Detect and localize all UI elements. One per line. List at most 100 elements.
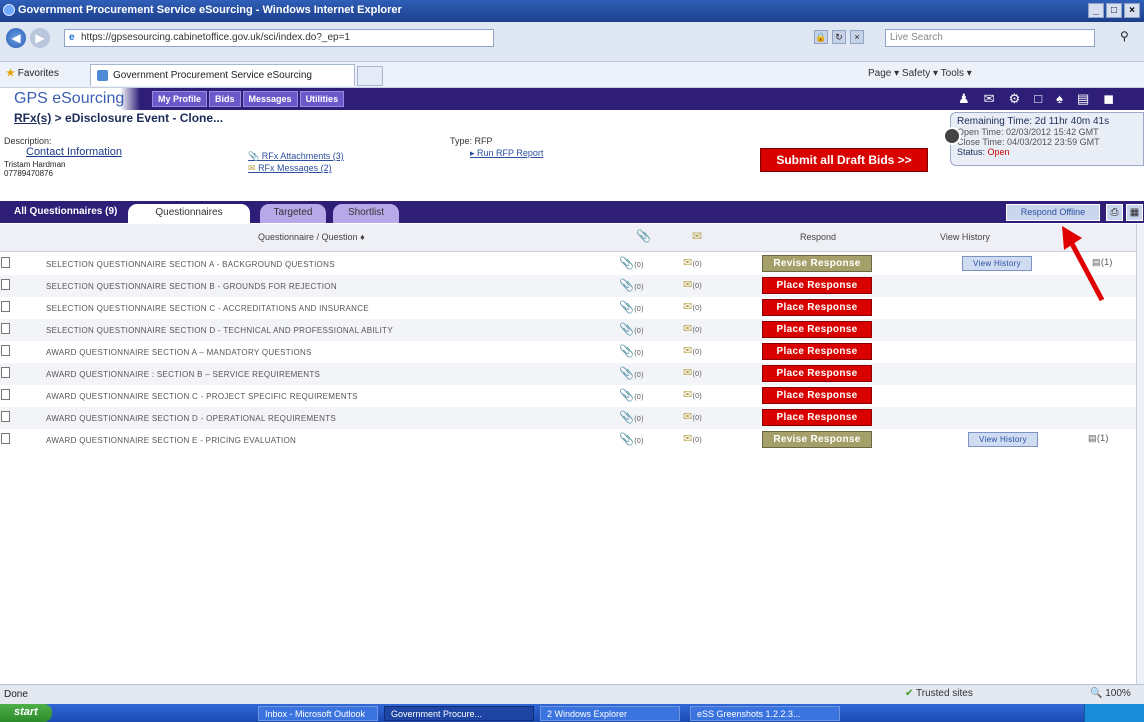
tab-questionnaires[interactable]: Questionnaires — [128, 204, 250, 223]
logout-icon[interactable]: ◼ — [1103, 91, 1114, 107]
maximize-button[interactable]: □ — [1106, 3, 1122, 18]
security-zone: ✔ Trusted sites — [905, 688, 973, 699]
questionnaire-name[interactable]: SELECTION QUESTIONNAIRE SECTION D - TECH… — [46, 326, 393, 335]
row-messages[interactable]: ✉(0) — [683, 256, 702, 269]
row-messages[interactable]: ✉(0) — [683, 410, 702, 423]
row-attachments[interactable]: 📎(0) — [619, 322, 644, 336]
address-input[interactable]: https://gpsesourcing.cabinetoffice.gov.u… — [64, 29, 494, 47]
place-response-button[interactable]: Place Response — [762, 277, 872, 294]
minimize-button[interactable]: _ — [1088, 3, 1104, 18]
view-history-button[interactable]: View History — [968, 432, 1038, 447]
place-response-button[interactable]: Place Response — [762, 343, 872, 360]
row-attachments[interactable]: 📎(0) — [619, 300, 644, 314]
row-expand-icon[interactable] — [1, 367, 10, 378]
breadcrumb-link[interactable]: RFx(s) — [14, 111, 51, 125]
row-expand-icon[interactable] — [1, 279, 10, 290]
row-messages[interactable]: ✉(0) — [683, 322, 702, 335]
row-attachments[interactable]: 📎(0) — [619, 256, 644, 270]
mail-icon[interactable]: ✉ — [984, 91, 995, 107]
place-response-button[interactable]: Place Response — [762, 409, 872, 426]
envelope-icon: ✉ — [683, 389, 693, 401]
nav-bids[interactable]: Bids — [209, 91, 241, 107]
contact-info-link[interactable]: Contact Information — [26, 146, 122, 158]
questionnaire-name[interactable]: AWARD QUESTIONNAIRE SECTION D - OPERATIO… — [46, 414, 336, 423]
revise-response-button[interactable]: Revise Response — [762, 431, 872, 448]
task-ie[interactable]: Government Procure... — [384, 706, 534, 721]
rfx-attachments-link[interactable]: 📎 RFx Attachments (3) — [248, 150, 344, 162]
browser-tab[interactable]: Government Procurement Service eSourcing — [90, 64, 355, 86]
zoom-level[interactable]: 🔍 100% — [1090, 688, 1131, 699]
app-logo[interactable]: GPS eSourcing — [14, 90, 124, 108]
tab-targeted[interactable]: Targeted — [260, 204, 326, 223]
row-messages[interactable]: ✉(0) — [683, 366, 702, 379]
row-expand-icon[interactable] — [1, 257, 10, 268]
row-messages[interactable]: ✉(0) — [683, 432, 702, 445]
row-attachments[interactable]: 📎(0) — [619, 344, 644, 358]
row-expand-icon[interactable] — [1, 323, 10, 334]
favorites-button[interactable]: ★ Favorites — [6, 68, 59, 79]
row-attachments[interactable]: 📎(0) — [619, 366, 644, 380]
nav-my-profile[interactable]: My Profile — [152, 91, 208, 107]
view-history-button[interactable]: View History — [962, 256, 1032, 271]
print-icon[interactable]: ⎙ — [1106, 204, 1123, 221]
revise-response-button[interactable]: Revise Response — [762, 255, 872, 272]
lock-icon[interactable]: 🔒 — [814, 30, 828, 44]
col-question[interactable]: Questionnaire / Question ♦ — [258, 232, 365, 242]
questionnaire-name[interactable]: SELECTION QUESTIONNAIRE SECTION C - ACCR… — [46, 304, 369, 313]
row-attachments[interactable]: 📎(0) — [619, 432, 644, 446]
new-tab-button[interactable] — [357, 66, 383, 86]
user-icon[interactable]: ♟ — [958, 91, 970, 107]
row-attachments[interactable]: 📎(0) — [619, 388, 644, 402]
row-attachments[interactable]: 📎(0) — [619, 410, 644, 424]
nav-messages[interactable]: Messages — [242, 91, 298, 107]
search-input[interactable]: Live Search — [885, 29, 1095, 47]
row-expand-icon[interactable] — [1, 433, 10, 444]
row-messages[interactable]: ✉(0) — [683, 388, 702, 401]
place-response-button[interactable]: Place Response — [762, 299, 872, 316]
row-messages[interactable]: ✉(0) — [683, 300, 702, 313]
window-icon[interactable]: □ — [1034, 91, 1042, 107]
settings-icon[interactable]: ⚙ — [1009, 91, 1021, 107]
submit-all-draft-bids-button[interactable]: Submit all Draft Bids >> — [760, 148, 928, 172]
task-greenshots[interactable]: eSS Greenshots 1.2.2.3... — [690, 706, 840, 721]
row-expand-icon[interactable] — [1, 411, 10, 422]
row-expand-icon[interactable] — [1, 389, 10, 400]
sort-icon[interactable]: ♦ — [360, 232, 365, 242]
questionnaire-name[interactable]: AWARD QUESTIONNAIRE SECTION E - PRICING … — [46, 436, 296, 445]
scrollbar[interactable] — [1136, 224, 1144, 684]
questionnaire-name[interactable]: SELECTION QUESTIONNAIRE SECTION A - BACK… — [46, 260, 335, 269]
back-icon[interactable]: ◀ — [6, 28, 26, 48]
run-report-link[interactable]: ▸ Run RFP Report — [470, 148, 543, 159]
questionnaire-name[interactable]: AWARD QUESTIONNAIRE SECTION C - PROJECT … — [46, 392, 358, 401]
document-icon[interactable]: ▤ — [1077, 91, 1089, 107]
questionnaire-name[interactable]: AWARD QUESTIONNAIRE : SECTION B – SERVIC… — [46, 370, 320, 379]
row-attachments[interactable]: 📎(0) — [619, 278, 644, 292]
forward-icon[interactable]: ▶ — [30, 28, 50, 48]
place-response-button[interactable]: Place Response — [762, 321, 872, 338]
command-bar[interactable]: Page ▾ Safety ▾ Tools ▾ — [868, 68, 972, 79]
rfx-messages-link[interactable]: ✉ RFx Messages (2) — [248, 162, 344, 174]
place-response-button[interactable]: Place Response — [762, 365, 872, 382]
row-expand-icon[interactable] — [1, 301, 10, 312]
envelope-icon: ✉ — [683, 345, 693, 357]
tab-shortlist[interactable]: Shortlist — [333, 204, 399, 223]
respond-offline-button[interactable]: Respond Offline — [1006, 204, 1100, 221]
paperclip-icon: 📎 — [619, 410, 635, 424]
row-expand-icon[interactable] — [1, 345, 10, 356]
row-messages[interactable]: ✉(0) — [683, 278, 702, 291]
nav-utilities[interactable]: Utilities — [299, 91, 345, 107]
export-icon[interactable]: ▦ — [1126, 204, 1143, 221]
people-icon[interactable]: ♠ — [1056, 91, 1063, 107]
task-explorer[interactable]: 2 Windows Explorer — [540, 706, 680, 721]
stop-icon[interactable]: × — [850, 30, 864, 44]
place-response-button[interactable]: Place Response — [762, 387, 872, 404]
start-button[interactable]: start — [0, 704, 52, 722]
task-outlook[interactable]: Inbox - Microsoft Outlook — [258, 706, 378, 721]
row-messages[interactable]: ✉(0) — [683, 344, 702, 357]
search-icon[interactable]: ⚲ — [1120, 29, 1129, 43]
rfx-links: 📎 RFx Attachments (3) ✉ RFx Messages (2) — [248, 150, 344, 174]
close-button[interactable]: × — [1124, 3, 1140, 18]
refresh-icon[interactable]: ↻ — [832, 30, 846, 44]
questionnaire-name[interactable]: SELECTION QUESTIONNAIRE SECTION B - GROU… — [46, 282, 337, 291]
questionnaire-name[interactable]: AWARD QUESTIONNAIRE SECTION A – MANDATOR… — [46, 348, 312, 357]
